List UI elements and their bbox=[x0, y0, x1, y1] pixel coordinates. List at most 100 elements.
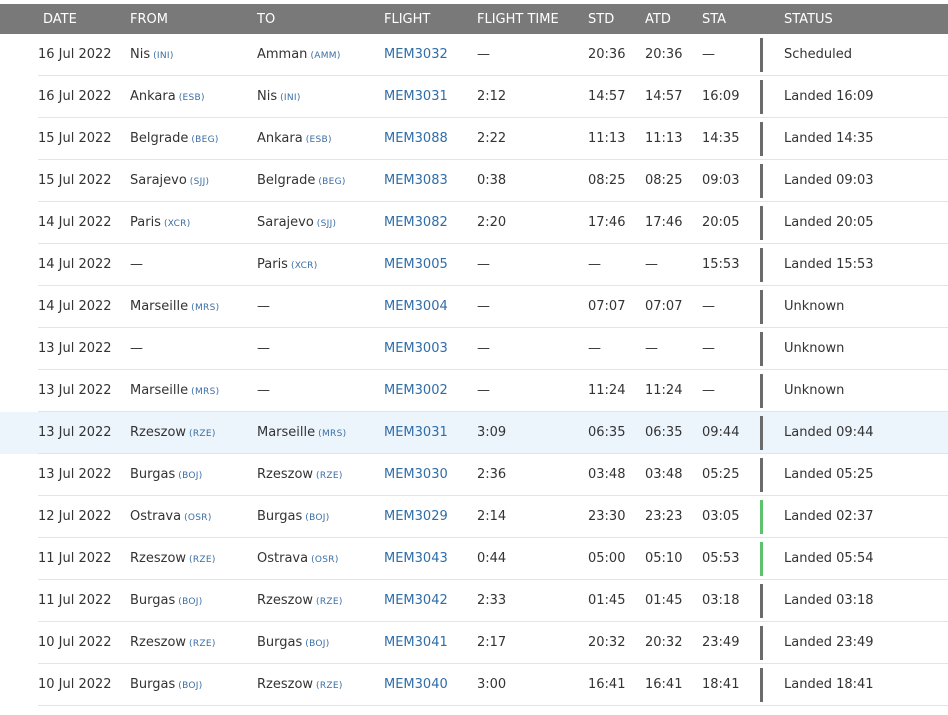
to-airport-code[interactable]: (AMM) bbox=[310, 51, 340, 61]
cell-to[interactable]: Amman (AMM) bbox=[257, 47, 341, 64]
column-header-atd[interactable]: ATD bbox=[645, 12, 671, 27]
table-row[interactable]: 11 Jul 2022 Burgas (BOJ) Rzeszow (RZE) MEM304… bbox=[0, 580, 948, 622]
table-row[interactable]: 16 Jul 2022 Nis (INI) Amman (AMM) MEM3032 — 20:… bbox=[0, 34, 948, 76]
table-row[interactable]: 10 Jul 2022 Rzeszow (RZE) Burgas (BOJ) MEM304… bbox=[0, 622, 948, 664]
from-airport-code[interactable]: (BEG) bbox=[191, 135, 218, 145]
to-airport-code[interactable]: (SJJ) bbox=[317, 219, 337, 229]
from-airport-code[interactable]: (XCR) bbox=[164, 219, 191, 229]
cell-to[interactable]: Belgrade (BEG) bbox=[257, 173, 346, 190]
flight-number-link[interactable]: MEM3032 bbox=[384, 47, 448, 63]
table-row[interactable]: 14 Jul 2022 Marseille (MRS) — MEM3004 — 07:07 0… bbox=[0, 286, 948, 328]
cell-to[interactable]: — bbox=[257, 383, 273, 400]
from-airport-code[interactable]: (INI) bbox=[153, 51, 174, 61]
flight-number-link[interactable]: MEM3040 bbox=[384, 677, 448, 693]
to-airport-code[interactable]: (RZE) bbox=[316, 681, 343, 691]
cell-to[interactable]: Rzeszow (RZE) bbox=[257, 677, 343, 694]
to-airport-code[interactable]: (BEG) bbox=[318, 177, 345, 187]
column-header-flight[interactable]: FLIGHT bbox=[384, 12, 430, 27]
cell-to[interactable]: Burgas (BOJ) bbox=[257, 635, 330, 652]
cell-to[interactable]: — bbox=[257, 299, 273, 316]
to-airport-code[interactable]: (MRS) bbox=[318, 429, 346, 439]
table-row[interactable]: 13 Jul 2022 — — MEM3003 — — — — Unknown bbox=[0, 328, 948, 370]
flight-number-link[interactable]: MEM3088 bbox=[384, 131, 448, 147]
table-row[interactable]: 13 Jul 2022 Marseille (MRS) — MEM3002 — 11:24 1… bbox=[0, 370, 948, 412]
table-row[interactable]: 14 Jul 2022 — Paris (XCR) MEM3005 — — — 15:53 Lan… bbox=[0, 244, 948, 286]
from-airport-code[interactable]: (MRS) bbox=[191, 303, 219, 313]
flight-number-link[interactable]: MEM3002 bbox=[384, 383, 448, 399]
cell-to[interactable]: Marseille (MRS) bbox=[257, 425, 346, 442]
column-header-date[interactable]: DATE bbox=[43, 12, 77, 27]
from-airport-code[interactable]: (BOJ) bbox=[178, 471, 202, 481]
flight-number-link[interactable]: MEM3041 bbox=[384, 635, 448, 651]
cell-to[interactable]: Rzeszow (RZE) bbox=[257, 467, 343, 484]
to-airport-code[interactable]: (INI) bbox=[280, 93, 301, 103]
cell-from[interactable]: Sarajevo (SJJ) bbox=[130, 173, 209, 190]
cell-from[interactable]: Ostrava (OSR) bbox=[130, 509, 212, 526]
column-header-to[interactable]: TO bbox=[257, 12, 275, 27]
flight-number-link[interactable]: MEM3029 bbox=[384, 509, 448, 525]
cell-to[interactable]: Nis (INI) bbox=[257, 89, 301, 106]
to-airport-code[interactable]: (BOJ) bbox=[305, 639, 329, 649]
to-airport-code[interactable]: (ESB) bbox=[306, 135, 332, 145]
table-row[interactable]: 11 Jul 2022 Rzeszow (RZE) Ostrava (OSR) MEM30… bbox=[0, 538, 948, 580]
cell-from[interactable]: Marseille (MRS) bbox=[130, 299, 219, 316]
cell-to[interactable]: Paris (XCR) bbox=[257, 257, 318, 274]
column-header-status[interactable]: STATUS bbox=[784, 12, 833, 27]
cell-from[interactable]: Nis (INI) bbox=[130, 47, 174, 64]
to-airport-code[interactable]: (XCR) bbox=[291, 261, 318, 271]
to-airport-code[interactable]: (RZE) bbox=[316, 471, 343, 481]
to-airport-code[interactable]: (OSR) bbox=[311, 555, 339, 565]
to-airport-code[interactable]: (BOJ) bbox=[305, 513, 329, 523]
cell-to[interactable]: Burgas (BOJ) bbox=[257, 509, 330, 526]
cell-from[interactable]: Marseille (MRS) bbox=[130, 383, 219, 400]
table-row[interactable]: 13 Jul 2022 Rzeszow (RZE) Marseille (MRS) MEM… bbox=[0, 412, 948, 454]
table-row[interactable]: 12 Jul 2022 Ostrava (OSR) Burgas (BOJ) MEM302… bbox=[0, 496, 948, 538]
from-airport-code[interactable]: (RZE) bbox=[189, 639, 216, 649]
table-row[interactable]: 16 Jul 2022 Ankara (ESB) Nis (INI) MEM3031 2:1… bbox=[0, 76, 948, 118]
cell-from[interactable]: Ankara (ESB) bbox=[130, 89, 205, 106]
from-airport-code[interactable]: (ESB) bbox=[179, 93, 205, 103]
table-row[interactable]: 15 Jul 2022 Sarajevo (SJJ) Belgrade (BEG) MEM… bbox=[0, 160, 948, 202]
cell-from[interactable]: Rzeszow (RZE) bbox=[130, 635, 216, 652]
flight-number-link[interactable]: MEM3082 bbox=[384, 215, 448, 231]
from-airport-code[interactable]: (OSR) bbox=[184, 513, 212, 523]
cell-from[interactable]: Rzeszow (RZE) bbox=[130, 425, 216, 442]
cell-to[interactable]: Rzeszow (RZE) bbox=[257, 593, 343, 610]
flight-number-link[interactable]: MEM3031 bbox=[384, 89, 448, 105]
column-header-sta[interactable]: STA bbox=[702, 12, 726, 27]
table-row[interactable]: 10 Jul 2022 Burgas (BOJ) Rzeszow (RZE) MEM304… bbox=[0, 664, 948, 706]
cell-from[interactable]: — bbox=[130, 341, 146, 358]
flight-number-link[interactable]: MEM3083 bbox=[384, 173, 448, 189]
cell-to[interactable]: Sarajevo (SJJ) bbox=[257, 215, 336, 232]
flight-number-link[interactable]: MEM3042 bbox=[384, 593, 448, 609]
from-airport-code[interactable]: (RZE) bbox=[189, 555, 216, 565]
from-airport-code[interactable]: (SJJ) bbox=[190, 177, 210, 187]
flight-number-link[interactable]: MEM3031 bbox=[384, 425, 448, 441]
table-row[interactable]: 13 Jul 2022 Burgas (BOJ) Rzeszow (RZE) MEM303… bbox=[0, 454, 948, 496]
flight-number-link[interactable]: MEM3043 bbox=[384, 551, 448, 567]
cell-to[interactable]: — bbox=[257, 341, 273, 358]
cell-to[interactable]: Ankara (ESB) bbox=[257, 131, 332, 148]
from-airport-code[interactable]: (BOJ) bbox=[178, 597, 202, 607]
cell-from[interactable]: Burgas (BOJ) bbox=[130, 593, 203, 610]
from-airport-code[interactable]: (RZE) bbox=[189, 429, 216, 439]
flight-number-link[interactable]: MEM3004 bbox=[384, 299, 448, 315]
flight-number-link[interactable]: MEM3005 bbox=[384, 257, 448, 273]
to-airport-code[interactable]: (RZE) bbox=[316, 597, 343, 607]
table-row[interactable]: 14 Jul 2022 Paris (XCR) Sarajevo (SJJ) MEM308… bbox=[0, 202, 948, 244]
cell-from[interactable]: — bbox=[130, 257, 146, 274]
from-airport-code[interactable]: (MRS) bbox=[191, 387, 219, 397]
cell-from[interactable]: Belgrade (BEG) bbox=[130, 131, 219, 148]
flight-number-link[interactable]: MEM3003 bbox=[384, 341, 448, 357]
column-header-from[interactable]: FROM bbox=[130, 12, 168, 27]
cell-from[interactable]: Rzeszow (RZE) bbox=[130, 551, 216, 568]
cell-from[interactable]: Paris (XCR) bbox=[130, 215, 191, 232]
table-row[interactable]: 15 Jul 2022 Belgrade (BEG) Ankara (ESB) MEM30… bbox=[0, 118, 948, 160]
flight-number-link[interactable]: MEM3030 bbox=[384, 467, 448, 483]
column-header-std[interactable]: STD bbox=[588, 12, 614, 27]
column-header-flight-time[interactable]: FLIGHT TIME bbox=[477, 12, 559, 27]
cell-to[interactable]: Ostrava (OSR) bbox=[257, 551, 339, 568]
from-airport-code[interactable]: (BOJ) bbox=[178, 681, 202, 691]
cell-from[interactable]: Burgas (BOJ) bbox=[130, 467, 203, 484]
cell-from[interactable]: Burgas (BOJ) bbox=[130, 677, 203, 694]
